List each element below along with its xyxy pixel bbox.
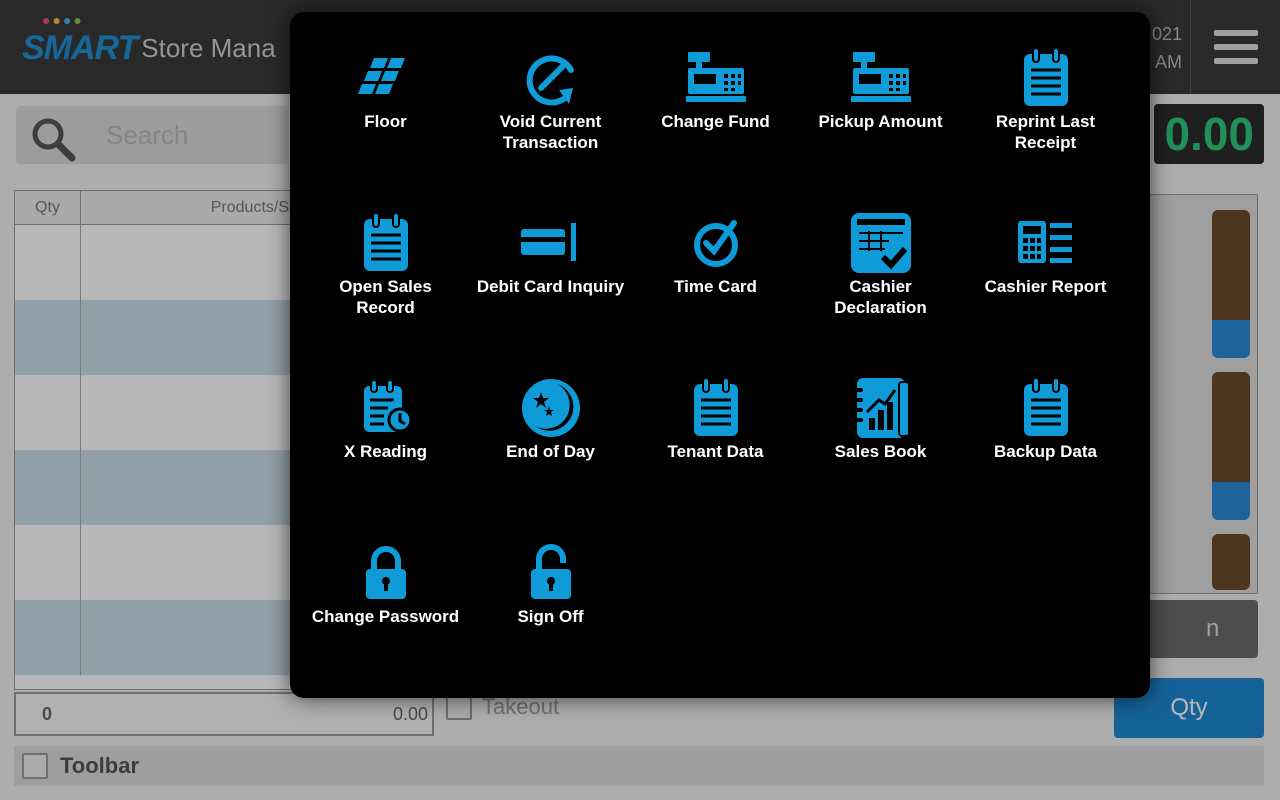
notepad-clock-icon [354, 376, 418, 440]
calculator-list-icon [1014, 211, 1078, 275]
menu-item-label: Change Fund [661, 112, 770, 131]
menu-item-cashier-declaration[interactable]: Cashier Declaration [798, 189, 963, 339]
void-icon [519, 46, 583, 110]
menu-item-reprint-last-receipt[interactable]: Reprint Last Receipt [963, 24, 1128, 174]
menu-item-label: Reprint Last Receipt [995, 112, 1096, 152]
clock-check-icon [684, 211, 748, 275]
menu-item-open-sales-record[interactable]: Open Sales Record [303, 189, 468, 339]
menu-item-debit-card-inquiry[interactable]: Debit Card Inquiry [468, 189, 633, 339]
menu-item-label: End of Day [506, 442, 595, 461]
menu-item-void-current-transaction[interactable]: Void Current Transaction [468, 24, 633, 174]
menu-item-label: Floor [364, 112, 407, 131]
notepad-icon [1014, 376, 1078, 440]
menu-item-floor[interactable]: Floor [303, 24, 468, 174]
menu-item-end-of-day[interactable]: End of Day [468, 354, 633, 504]
menu-item-label: Void Current Transaction [499, 112, 602, 152]
notepad-icon [684, 376, 748, 440]
notepad-icon [354, 211, 418, 275]
menu-item-label: Cashier Report [984, 277, 1107, 296]
menu-item-label: Time Card [674, 277, 757, 296]
lock-icon [354, 541, 418, 605]
menu-item-label: Sign Off [517, 607, 584, 626]
card-icon [519, 211, 583, 275]
menu-item-change-password[interactable]: Change Password [303, 519, 468, 669]
menu-item-cashier-report[interactable]: Cashier Report [963, 189, 1128, 339]
menu-item-sales-book[interactable]: Sales Book [798, 354, 963, 504]
menu-item-label: X Reading [343, 442, 428, 461]
menu-item-label: Cashier Declaration [834, 277, 927, 317]
cash-register-icon [684, 46, 748, 110]
menu-item-backup-data[interactable]: Backup Data [963, 354, 1128, 504]
menu-item-x-reading[interactable]: X Reading [303, 354, 468, 504]
menu-item-pickup-amount[interactable]: Pickup Amount [798, 24, 963, 174]
sales-book-icon [849, 376, 913, 440]
menu-item-label: Sales Book [834, 442, 927, 461]
function-menu-popup: Floor Void Current Transaction Change Fu… [290, 12, 1150, 698]
declaration-icon [849, 211, 913, 275]
floor-icon [354, 46, 418, 110]
unlock-icon [519, 541, 583, 605]
menu-item-tenant-data[interactable]: Tenant Data [633, 354, 798, 504]
menu-item-label: Tenant Data [667, 442, 764, 461]
menu-item-label: Open Sales Record [339, 277, 432, 317]
menu-item-label: Debit Card Inquiry [476, 277, 625, 296]
menu-item-label: Backup Data [994, 442, 1097, 461]
moon-icon [519, 376, 583, 440]
menu-item-sign-off[interactable]: Sign Off [468, 519, 633, 669]
cash-register-icon [849, 46, 913, 110]
menu-item-label: Change Password [311, 607, 460, 626]
menu-item-change-fund[interactable]: Change Fund [633, 24, 798, 174]
notepad-icon [1014, 46, 1078, 110]
menu-item-time-card[interactable]: Time Card [633, 189, 798, 339]
menu-item-label: Pickup Amount [818, 112, 943, 131]
